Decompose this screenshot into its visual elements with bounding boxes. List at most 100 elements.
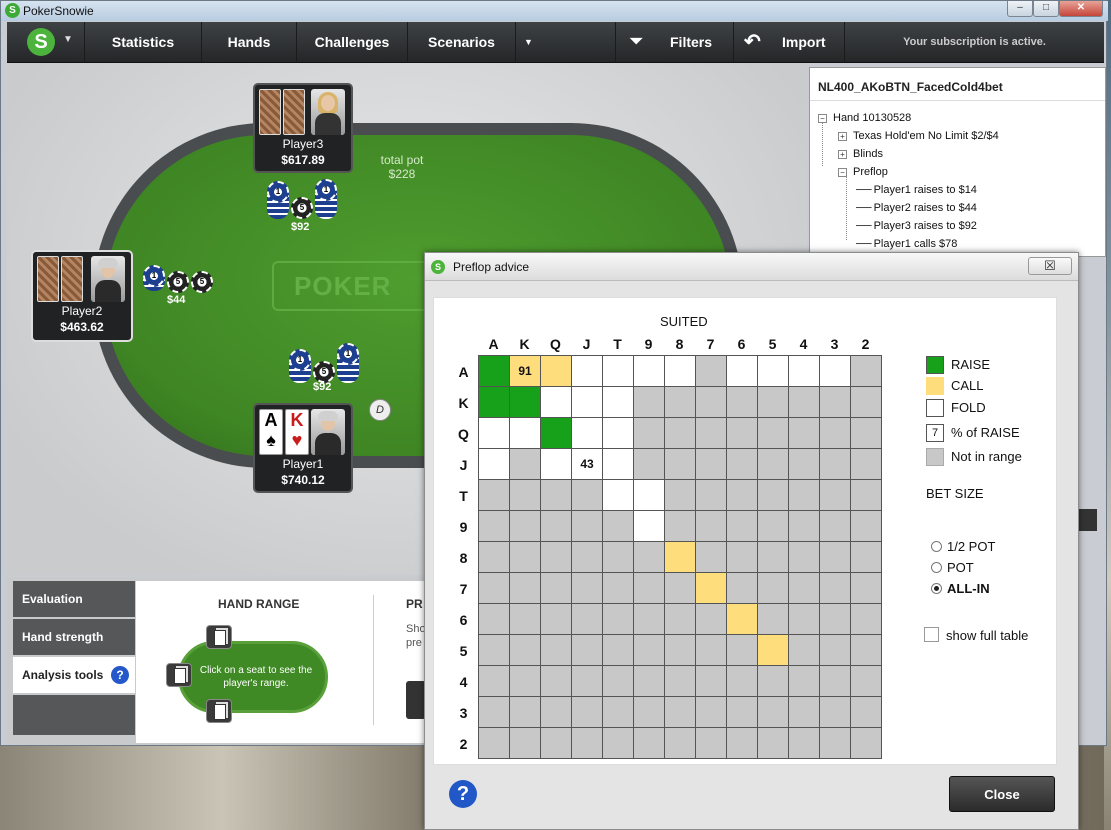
range-cell[interactable] [479, 697, 509, 727]
range-cell[interactable] [789, 511, 819, 541]
range-cell[interactable] [510, 635, 540, 665]
range-cell[interactable] [727, 666, 757, 696]
range-cell[interactable] [510, 480, 540, 510]
range-cell[interactable] [634, 635, 664, 665]
range-cell[interactable] [665, 418, 695, 448]
seat-player3[interactable]: Player3 $617.89 [253, 83, 353, 173]
range-cell[interactable] [541, 480, 571, 510]
range-cell[interactable] [665, 728, 695, 758]
range-cell[interactable] [541, 697, 571, 727]
range-cell[interactable] [696, 356, 726, 386]
range-cell[interactable] [789, 449, 819, 479]
range-cell[interactable] [572, 635, 602, 665]
maximize-button[interactable]: □ [1033, 1, 1059, 17]
range-cell[interactable] [820, 387, 850, 417]
range-cell[interactable] [696, 511, 726, 541]
range-cell[interactable]: 43 [572, 449, 602, 479]
range-cell[interactable] [572, 542, 602, 572]
range-cell[interactable] [820, 418, 850, 448]
range-cell[interactable] [696, 387, 726, 417]
dialog-close-x-button[interactable]: ☒ [1028, 257, 1072, 275]
range-cell[interactable] [572, 666, 602, 696]
range-cell[interactable] [758, 666, 788, 696]
scenarios-dropdown-icon[interactable]: ▼ [515, 22, 541, 62]
range-cell[interactable] [634, 511, 664, 541]
nav-scenarios[interactable]: Scenarios [407, 22, 515, 62]
nav-challenges[interactable]: Challenges [296, 22, 407, 62]
range-cell[interactable] [572, 356, 602, 386]
tree-action[interactable]: ── Player1 raises to $14 [856, 184, 977, 196]
range-cell[interactable] [634, 542, 664, 572]
range-cell[interactable] [820, 511, 850, 541]
range-cell[interactable] [727, 356, 757, 386]
expand-icon[interactable]: + [838, 149, 847, 159]
range-cell[interactable] [820, 697, 850, 727]
range-cell[interactable] [665, 635, 695, 665]
range-cell[interactable] [603, 387, 633, 417]
range-cell[interactable] [758, 387, 788, 417]
range-cell[interactable] [634, 604, 664, 634]
range-cell[interactable] [634, 666, 664, 696]
range-cell[interactable] [603, 697, 633, 727]
range-cell[interactable] [789, 697, 819, 727]
range-cell[interactable] [758, 418, 788, 448]
range-cell[interactable] [603, 635, 633, 665]
seat-selector-icon[interactable] [206, 699, 232, 723]
range-cell[interactable] [758, 635, 788, 665]
range-cell[interactable] [634, 728, 664, 758]
range-cell[interactable] [820, 728, 850, 758]
range-cell[interactable] [727, 604, 757, 634]
range-cell[interactable] [665, 480, 695, 510]
range-cell[interactable] [758, 697, 788, 727]
range-cell[interactable] [603, 666, 633, 696]
range-cell[interactable] [603, 604, 633, 634]
range-cell[interactable] [541, 635, 571, 665]
range-cell[interactable] [665, 542, 695, 572]
range-cell[interactable] [665, 697, 695, 727]
filters-button[interactable]: ⏷ Filters [615, 22, 733, 62]
range-cell[interactable] [510, 697, 540, 727]
range-cell[interactable] [851, 542, 881, 572]
range-cell[interactable] [665, 449, 695, 479]
range-cell[interactable]: 91 [510, 356, 540, 386]
range-cell[interactable] [820, 449, 850, 479]
range-cell[interactable] [572, 387, 602, 417]
range-cell[interactable] [851, 604, 881, 634]
range-cell[interactable] [851, 697, 881, 727]
range-cell[interactable] [789, 387, 819, 417]
range-cell[interactable] [603, 728, 633, 758]
range-cell[interactable] [479, 573, 509, 603]
range-cell[interactable] [479, 387, 509, 417]
tree-node-game[interactable]: + Texas Hold'em No Limit $2/$4 [838, 130, 999, 142]
range-cell[interactable] [479, 449, 509, 479]
range-cell[interactable] [634, 387, 664, 417]
range-cell[interactable] [696, 480, 726, 510]
range-cell[interactable] [758, 573, 788, 603]
range-cell[interactable] [851, 449, 881, 479]
seat-selector-icon[interactable] [206, 625, 232, 649]
snowie-logo-icon[interactable]: S [27, 28, 55, 56]
range-cell[interactable] [603, 418, 633, 448]
range-cell[interactable] [634, 480, 664, 510]
range-cell[interactable] [696, 697, 726, 727]
range-cell[interactable] [851, 418, 881, 448]
range-cell[interactable] [820, 604, 850, 634]
tab-evaluation[interactable]: Evaluation [13, 581, 135, 617]
range-cell[interactable] [541, 418, 571, 448]
range-cell[interactable] [510, 542, 540, 572]
range-cell[interactable] [851, 387, 881, 417]
range-cell[interactable] [727, 449, 757, 479]
range-cell[interactable] [851, 511, 881, 541]
panel-button[interactable] [1077, 509, 1097, 531]
range-cell[interactable] [510, 511, 540, 541]
tree-action[interactable]: ── Player3 raises to $92 [856, 220, 977, 232]
range-cell[interactable] [789, 728, 819, 758]
range-cell[interactable] [696, 542, 726, 572]
nav-hands[interactable]: Hands [201, 22, 296, 62]
range-cell[interactable] [541, 387, 571, 417]
collapse-icon[interactable]: − [838, 167, 847, 177]
range-cell[interactable] [789, 573, 819, 603]
range-cell[interactable] [572, 480, 602, 510]
range-cell[interactable] [634, 449, 664, 479]
range-cell[interactable] [789, 542, 819, 572]
